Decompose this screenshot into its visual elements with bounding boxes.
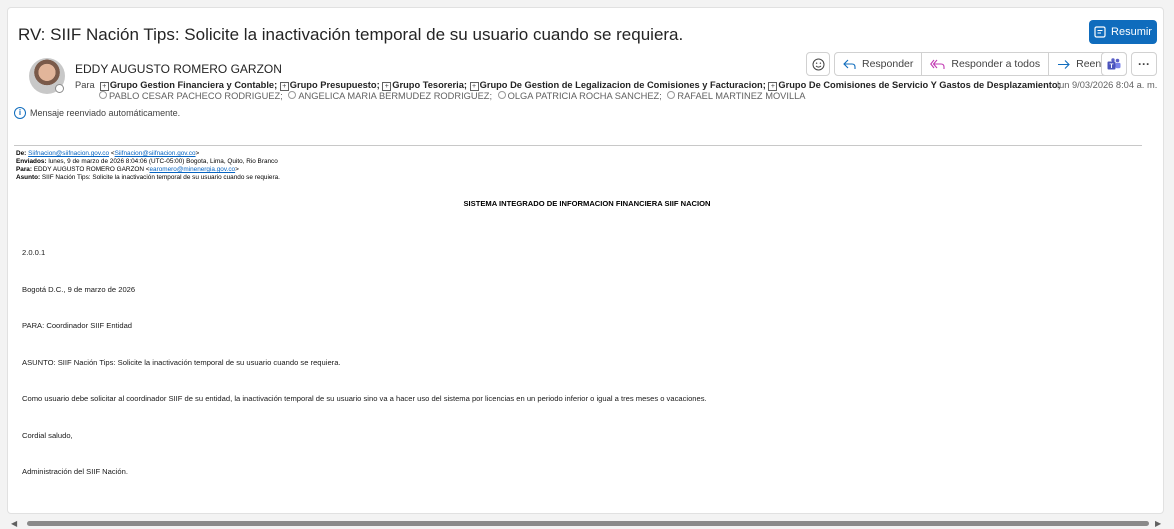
summarize-label: Resumir (1111, 26, 1152, 38)
group-recipient[interactable]: + Grupo Tesoreria; (382, 80, 467, 91)
subject-value: SIIF Nación Tips: Solicite la inactivaci… (41, 174, 280, 181)
svg-text:T: T (1110, 63, 1114, 70)
subject-label: Asunto: (16, 174, 41, 181)
reply-toolbar: Responder Responder a todos Reenviar (834, 52, 1128, 76)
body-message: Como usuario debe solicitar al coordinad… (22, 394, 707, 403)
to-email-link[interactable]: earomero@minenergia.gov.co (150, 166, 236, 173)
from-email-link-2[interactable]: Siifnacion@siifnacion.gov.co (115, 150, 196, 157)
divider (14, 145, 1142, 146)
reply-all-label: Responder a todos (951, 58, 1041, 70)
from-label: De: (16, 150, 27, 157)
presence-icon (55, 84, 64, 93)
received-datetime: lun 9/03/2026 8:04 a. m. (1057, 80, 1158, 90)
person-recipient[interactable]: PABLO CESAR PACHECO RODRIGUEZ; (96, 91, 283, 101)
sent-value: lunes, 9 de marzo de 2026 8:04:06 (UTC-0… (48, 158, 278, 165)
body-para: PARA: Coordinador SIIF Entidad (22, 321, 133, 330)
reply-all-icon (930, 59, 945, 69)
body-title: SISTEMA INTEGRADO DE INFORMACION FINANCI… (463, 199, 711, 208)
group-recipient[interactable]: + Grupo Presupuesto; (279, 80, 380, 91)
body-place-date: Bogotá D.C., 9 de marzo de 2026 (22, 285, 136, 294)
expand-group-icon: + (469, 82, 479, 91)
scroll-left-icon[interactable]: ◀ (11, 519, 17, 528)
fwd-to-line: Para: EDDY AUGUSTO ROMERO GARZON <earome… (16, 166, 239, 173)
from-email-link[interactable]: Siifnacion@siifnacion.gov.co (28, 150, 109, 157)
summarize-icon (1094, 26, 1106, 38)
to-label: Para: (16, 166, 32, 173)
expand-group-icon: + (382, 82, 392, 91)
forward-icon (1058, 59, 1070, 69)
fwd-sent-line: Enviados: lunes, 9 de marzo de 2026 8:04… (16, 158, 278, 165)
to-name: EDDY AUGUSTO ROMERO GARZON (33, 166, 144, 173)
sender-name[interactable]: EDDY AUGUSTO ROMERO GARZON (75, 62, 282, 76)
body-asunto: ASUNTO: SIIF Nación Tips: Solicite la in… (22, 358, 341, 367)
recipients-to: Para + Grupo Gestion Financiera y Contabl… (75, 80, 1061, 91)
teams-icon: T (1107, 58, 1121, 70)
reply-label: Responder (862, 58, 914, 70)
more-icon: ··· (1138, 57, 1150, 71)
person-recipient[interactable]: OLGA PATRICIA ROCHA SANCHEZ; (495, 91, 662, 101)
reply-button[interactable]: Responder (835, 53, 921, 75)
person-recipient[interactable]: RAFAEL MARTINEZ MOVILLA (664, 91, 806, 101)
auto-forward-text: Mensaje reenviado automáticamente. (30, 108, 181, 118)
email-subject: RV: SIIF Nación Tips: Solicite la inacti… (18, 25, 684, 44)
fwd-from-line: De: Siifnacion@siifnacion.gov.co <Siifna… (16, 150, 200, 157)
summarize-button[interactable]: Resumir (1089, 20, 1157, 44)
presence-icon (667, 91, 676, 99)
reply-all-button[interactable]: Responder a todos (922, 53, 1048, 75)
scroll-right-icon[interactable]: ▶ (1155, 519, 1161, 528)
expand-group-icon: + (279, 82, 289, 91)
body-signature: Administración del SIIF Nación. (22, 467, 128, 476)
teams-button[interactable]: T (1101, 52, 1127, 76)
expand-group-icon: + (768, 82, 778, 91)
auto-forward-note: i Mensaje reenviado automáticamente. (14, 107, 180, 119)
horizontal-scrollbar[interactable]: ◀ ▶ (5, 517, 1169, 529)
to-label: Para (75, 80, 95, 90)
info-icon: i (14, 107, 26, 119)
more-options-button[interactable]: ··· (1131, 52, 1157, 76)
fwd-subject-line: Asunto: SIIF Nación Tips: Solicite la in… (16, 174, 280, 181)
scrollbar-thumb[interactable] (27, 521, 1149, 526)
smiley-icon (812, 58, 824, 70)
reaction-button[interactable] (806, 52, 830, 76)
presence-icon (288, 91, 297, 99)
group-recipient[interactable]: + Grupo Gestion Financiera y Contable; (99, 80, 277, 91)
presence-icon (99, 91, 107, 99)
group-recipient[interactable]: + Grupo De Gestion de Legalizacion de Com… (469, 80, 766, 91)
group-recipient[interactable]: + Grupo De Comisiones de Servicio Y Gasto… (768, 80, 1061, 91)
sent-label: Enviados: (16, 158, 47, 165)
person-recipient[interactable]: ANGELICA MARIA BERMUDEZ RODRIGUEZ; (285, 91, 492, 101)
reply-icon (843, 59, 856, 69)
recipients-people: PABLO CESAR PACHECO RODRIGUEZ; ANGELICA … (96, 91, 806, 101)
body-greeting: Cordial saludo, (22, 431, 73, 440)
body-code: 2.0.0.1 (22, 248, 46, 257)
presence-icon (497, 91, 506, 99)
expand-group-icon: + (99, 82, 109, 91)
